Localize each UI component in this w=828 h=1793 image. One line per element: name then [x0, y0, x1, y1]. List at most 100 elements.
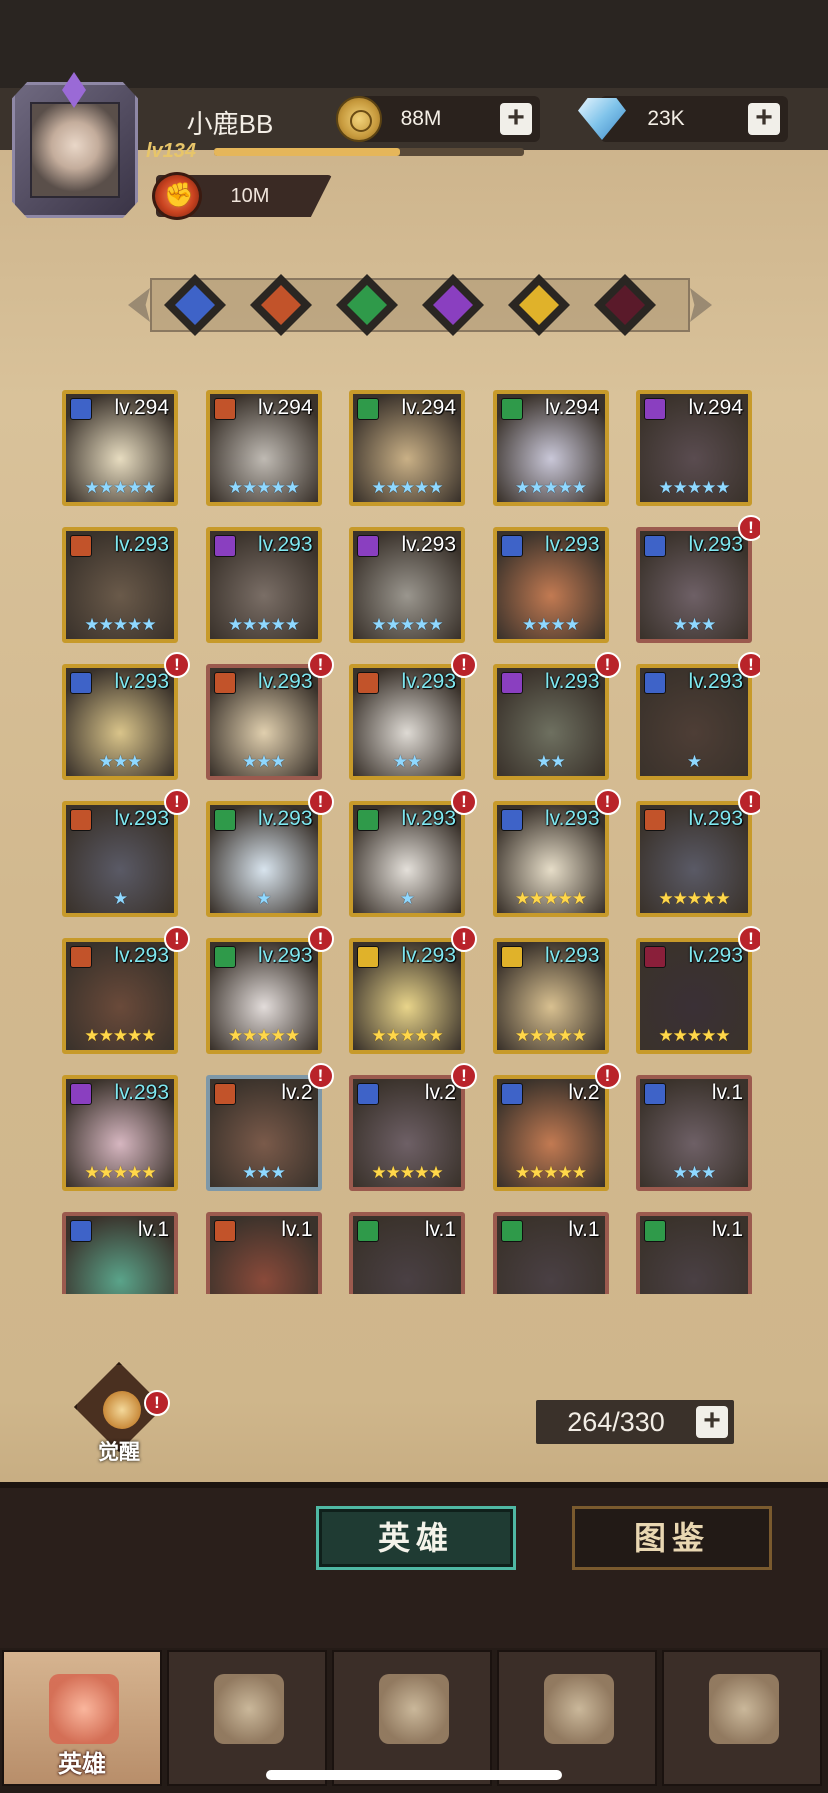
alert-badge: !	[307, 789, 334, 815]
hero-card[interactable]: lv.293 ★★★★★	[349, 527, 465, 643]
hero-card[interactable]: lv.2 ★★★!	[205, 1063, 334, 1191]
hero-card[interactable]: lv.294 ★★★★★	[62, 390, 178, 506]
hero-level: lv.2	[281, 1081, 313, 1104]
arrow-left-icon	[128, 288, 150, 322]
hero-card[interactable]: lv.293 ★★★!	[62, 652, 190, 780]
hero-card[interactable]: lv.293 ★★!	[492, 652, 621, 780]
class-badge-icon	[500, 1220, 523, 1242]
hero-card[interactable]: lv.293 ★!	[62, 789, 190, 917]
alert-badge: !	[307, 652, 334, 678]
nav-tab-battle[interactable]	[332, 1650, 492, 1786]
hero-level: lv.1	[424, 1218, 456, 1241]
alert-badge: !	[738, 789, 760, 815]
player-avatar[interactable]	[4, 72, 146, 224]
hero-card[interactable]: lv.293 ★!	[349, 789, 477, 917]
add-diamond-button[interactable]: +	[748, 103, 780, 135]
class-badge-icon	[70, 1083, 92, 1105]
alert-badge: !	[594, 652, 621, 678]
helmet-icon	[49, 1674, 119, 1744]
alert-badge: !	[738, 652, 760, 678]
alert-badge: !	[307, 926, 334, 952]
hero-stars: ★★★★★	[514, 1163, 587, 1183]
class-badge-icon	[70, 398, 92, 420]
arrow-right-icon	[690, 288, 712, 322]
hero-level: lv.1	[281, 1218, 313, 1241]
class-badge-icon	[213, 535, 236, 557]
alert-badge: !	[164, 789, 190, 815]
alert-badge: !	[594, 789, 621, 815]
nav-tab-castle[interactable]	[497, 1650, 657, 1786]
home-indicator[interactable]	[266, 1770, 562, 1780]
class-badge-icon	[70, 535, 92, 557]
hero-card[interactable]: lv.294 ★★★★★	[349, 390, 465, 506]
hero-card[interactable]: lv.293 ★★★!	[636, 515, 760, 643]
hero-card[interactable]: lv.1	[349, 1212, 465, 1294]
hero-card[interactable]: lv.293 ★★★!	[205, 652, 334, 780]
hero-card[interactable]: lv.293 ★!	[636, 652, 760, 780]
alert-badge: !	[594, 1063, 621, 1089]
hero-stars: ★★★	[242, 752, 286, 772]
alert-badge: !	[451, 926, 477, 952]
hero-stars: ★	[256, 889, 271, 909]
nav-tab-ship[interactable]	[167, 1650, 327, 1786]
castle-icon	[544, 1674, 614, 1744]
hero-stars: ★	[112, 889, 128, 909]
class-badge-icon	[70, 672, 92, 694]
player-level: lv134	[146, 140, 197, 162]
hero-stars: ★★★★★	[227, 478, 300, 498]
hero-card[interactable]: lv.1	[636, 1212, 752, 1294]
hero-card[interactable]: lv.294 ★★★★★	[205, 390, 322, 506]
hero-card[interactable]: lv.293 ★★★★★	[205, 527, 322, 643]
hero-card[interactable]: lv.293 ★★★★	[492, 527, 609, 643]
hero-stars: ★	[399, 889, 415, 909]
hero-card[interactable]: lv.1	[492, 1212, 609, 1294]
hero-card[interactable]: lv.293 ★★!	[349, 652, 477, 780]
nav-tab-helmet[interactable]: 英雄	[2, 1650, 162, 1786]
hero-card[interactable]: lv.293 ★★★★★	[492, 938, 609, 1054]
awaken-button[interactable]: 觉醒 !	[70, 1362, 170, 1464]
alert-badge: !	[451, 652, 477, 678]
hero-stars: ★★★★★	[84, 1026, 156, 1046]
hero-card[interactable]: lv.293 ★★★★★!	[62, 926, 190, 1054]
hero-level: lv.293	[114, 670, 169, 693]
hero-card[interactable]: lv.1	[205, 1212, 322, 1294]
add-gold-button[interactable]: +	[500, 103, 532, 135]
hero-card[interactable]: lv.294 ★★★★★	[636, 390, 752, 506]
hero-card[interactable]: lv.293 ★★★★★	[62, 1075, 178, 1191]
nav-tab-guild[interactable]	[662, 1650, 822, 1786]
hero-card[interactable]: lv.294 ★★★★★	[492, 390, 609, 506]
hero-level: lv.293	[401, 944, 456, 967]
tab-heroes[interactable]: 英雄	[316, 1506, 516, 1570]
hero-level: lv.293	[545, 670, 600, 693]
guild-icon	[709, 1674, 779, 1744]
hero-stars: ★★★★★	[514, 889, 587, 909]
class-badge-icon	[213, 809, 236, 831]
hero-card[interactable]: lv.293 ★★★★★!	[349, 926, 477, 1054]
hero-card[interactable]: lv.293 ★★★★★!	[205, 926, 334, 1054]
hero-capacity: 264/330 +	[536, 1400, 734, 1444]
hero-stars: ★★★★★	[371, 478, 443, 498]
hero-card[interactable]: lv.293 ★★★★★!	[636, 926, 760, 1054]
faction-emblem	[519, 285, 559, 325]
hero-level: lv.293	[401, 533, 456, 556]
class-badge-icon	[500, 809, 523, 831]
hero-card[interactable]: lv.2 ★★★★★!	[349, 1063, 477, 1191]
hero-card[interactable]: lv.2 ★★★★★!	[492, 1063, 621, 1191]
hero-card[interactable]: lv.293 ★!	[205, 789, 334, 917]
class-badge-icon	[357, 809, 379, 831]
faction-emblem	[347, 285, 387, 325]
hero-card[interactable]: lv.293 ★★★★★!	[636, 789, 760, 917]
hero-level: lv.293	[688, 533, 743, 556]
hero-stars: ★★	[536, 752, 565, 772]
hero-card[interactable]: lv.1 ★★★	[636, 1075, 752, 1191]
class-badge-icon	[357, 946, 379, 968]
hero-card[interactable]: lv.293 ★★★★★	[62, 527, 178, 643]
hero-card[interactable]: lv.293 ★★★★★!	[492, 789, 621, 917]
add-capacity-button[interactable]: +	[696, 1406, 728, 1438]
class-badge-icon	[70, 809, 92, 831]
tab-codex[interactable]: 图鉴	[572, 1506, 772, 1570]
hero-card[interactable]: lv.1	[62, 1212, 178, 1294]
xp-bar	[214, 148, 524, 156]
class-badge-icon	[644, 672, 666, 694]
hero-stars: ★★★★★	[514, 1026, 587, 1046]
